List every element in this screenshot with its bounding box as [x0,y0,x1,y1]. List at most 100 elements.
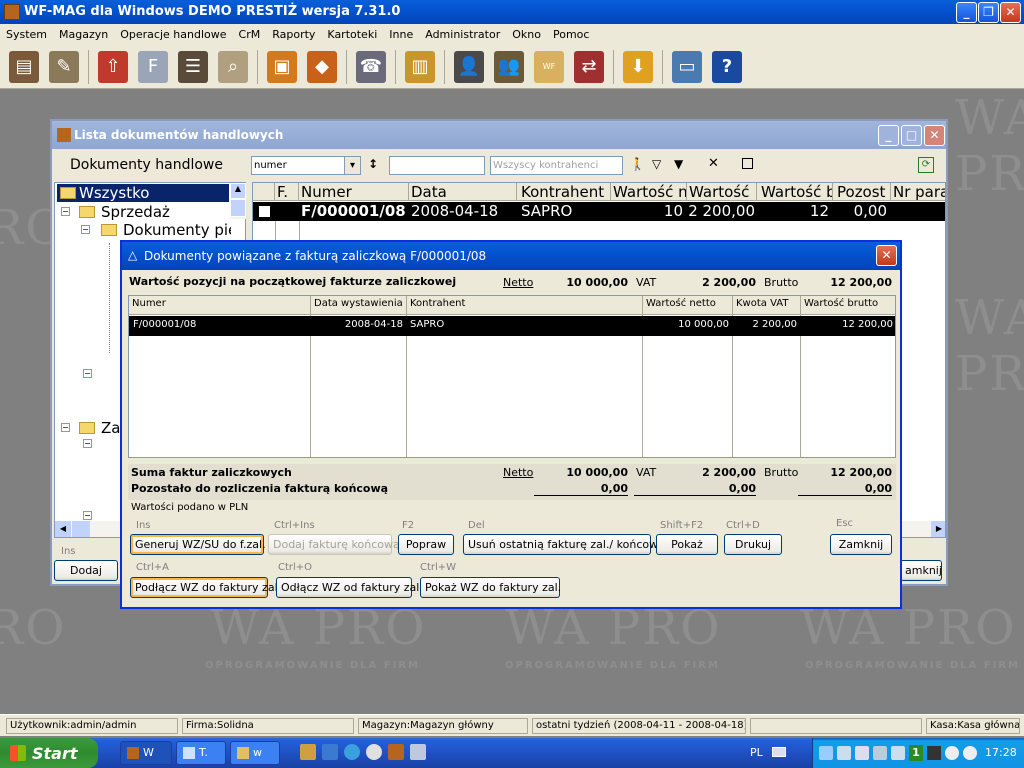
wfmag-icon[interactable]: WF [534,50,564,83]
tray-icon-3[interactable] [855,746,869,760]
detach-wz-button[interactable]: Odłącz WZ od faktury zal. [276,577,423,598]
filter-icon[interactable]: ▽ [652,157,661,171]
quicklaunch-icon-5[interactable] [388,744,404,760]
status-bar: Użytkownik:admin/admin Firma:Solidna Mag… [0,714,1024,736]
print-button[interactable]: Drukuj [724,534,782,555]
phone-icon[interactable]: ☎ [356,50,386,83]
language-indicator[interactable]: PL [750,746,763,759]
person-card-icon[interactable]: ☰ [178,50,208,83]
tree-item-dokumenty[interactable]: − Dokumenty pie [81,221,231,239]
task-wfmag[interactable]: W [120,741,172,765]
refresh-icon[interactable]: ⟳ [918,157,934,173]
tree-item-wszystko[interactable]: Wszystko [57,184,229,202]
add-final-invoice-button[interactable]: Dodaj fakturę końcową [268,534,400,555]
keyboard-icon[interactable] [772,747,786,757]
close-button[interactable]: ✕ [1000,2,1021,23]
wfmag-task-icon [127,747,139,759]
search-document-icon[interactable]: ⌕ [218,50,248,83]
restore-button[interactable]: ❐ [978,2,999,23]
attach-wz-button[interactable]: Podłącz WZ do faktury zal. [130,577,281,598]
chevron-down-icon[interactable]: ▾ [344,157,360,174]
computer-icon[interactable]: ▭ [672,50,702,83]
user-lock-icon[interactable]: 👤 [454,50,484,83]
box-icon[interactable]: ◆ [307,50,337,83]
sum-netto-label: Netto [503,466,534,479]
contractor-filter-input[interactable]: Wszyscy kontrahenci [490,156,623,175]
show-button[interactable]: Pokaż [656,534,718,555]
menu-magazyn[interactable]: Magazyn [53,28,114,41]
dialog-close-button[interactable]: ✕ [876,245,897,266]
tray-icon-1[interactable] [819,746,833,760]
edit-document-icon[interactable]: ✎ [49,50,79,83]
menu-crm[interactable]: CrM [233,28,267,41]
tray-icon-7[interactable] [927,746,941,760]
task-w[interactable]: w [230,741,280,765]
help-icon[interactable]: ? [712,50,742,83]
quicklaunch-icon-1[interactable] [300,744,316,760]
tray-icon-2[interactable] [837,746,851,760]
media-icon[interactable] [366,744,382,760]
menu-administrator[interactable]: Administrator [419,28,506,41]
ie-icon[interactable] [344,744,360,760]
initial-netto-value: 10 000,00 [566,276,628,289]
row-checkbox[interactable] [259,206,270,217]
minimize-button[interactable]: _ [956,2,977,23]
users-icon[interactable]: 👥 [494,50,524,83]
quicklaunch-icon-2[interactable] [322,744,338,760]
edit-button[interactable]: Popraw [398,534,454,555]
briefcase-icon[interactable]: ▣ [267,50,297,83]
tree-item-zal[interactable]: − Zal [61,419,125,437]
sum-brutto-label: Brutto [764,466,799,479]
warehouse-icon[interactable]: ▤ [9,50,39,83]
start-button[interactable]: Start [0,738,98,768]
menu-operacje[interactable]: Operacje handlowe [114,28,232,41]
quicklaunch-icon-6[interactable] [410,744,426,760]
initial-netto-label: Netto [503,276,534,289]
tray-icon-green-1[interactable]: 1 [909,745,923,761]
clear-filter-icon[interactable]: ✕ [708,156,719,171]
list-add-button[interactable]: Dodaj [54,560,118,581]
app-title: WF-MAG dla Windows DEMO PRESTIŻ wersja 7… [24,4,401,19]
upload-icon[interactable]: ⇧ [98,50,128,83]
tray-icon-5[interactable] [891,746,905,760]
delete-last-invoice-button[interactable]: Usuń ostatnią fakturę zal./ końcową [463,534,665,555]
list-toolbar: Dokumenty handlowe numer ▾ ↕ Wszyscy kon… [52,149,946,181]
table-row[interactable]: F/000001/08 2008-04-18 SAPRO 10 000,00 2… [253,202,945,239]
close-dialog-button[interactable]: Zamknij [830,534,892,555]
task-text[interactable]: T. [176,741,226,765]
tray-icon-9[interactable] [963,746,977,760]
app-titlebar: WF-MAG dla Windows DEMO PRESTIŻ wersja 7… [0,0,1024,24]
menu-inne[interactable]: Inne [383,28,419,41]
remain-vat-value: 0,00 [634,482,756,496]
table-row[interactable]: F/000001/08 2008-04-18 SAPRO 10 000,00 2… [129,316,895,336]
list-close-button[interactable]: ✕ [924,125,945,146]
menu-system[interactable]: System [0,28,53,41]
checkbox-icon[interactable] [742,158,753,169]
tray-icon-4[interactable] [873,746,887,760]
contractor-icon[interactable]: 🚶 [630,157,645,171]
menu-okno[interactable]: Okno [506,28,547,41]
sort-az-icon[interactable]: ↕ [368,157,378,171]
generate-wz-button[interactable]: Generuj WZ/SU do f.zal. [130,534,266,555]
chart-icon[interactable]: ▥ [405,50,435,83]
search-input[interactable] [389,156,485,175]
show-wz-button[interactable]: Pokaż WZ do faktury zal. [420,577,561,598]
invoice-icon[interactable]: F [138,50,168,83]
tray-icon-8[interactable] [945,746,959,760]
menu-pomoc[interactable]: Pomoc [547,28,595,41]
status-period: ostatni tydzień (2008-04-11 - 2008-04-18… [532,718,746,734]
list-close-button-bottom[interactable]: amknij [900,560,942,581]
list-minimize-button[interactable]: _ [878,125,899,146]
list-header-label: Dokumenty handlowe [70,157,223,173]
menu-raporty[interactable]: Raporty [266,28,321,41]
tree-scrollbar[interactable]: ▲ [230,183,246,219]
filter-options-icon[interactable]: ▼ [674,157,683,171]
grid-header: F. Numer Data Kontrahent Wartość n Warto… [253,183,945,201]
download-icon[interactable]: ⬇ [623,50,653,83]
list-maximize-button[interactable]: □ [901,125,922,146]
sort-field-select[interactable]: numer ▾ [251,156,361,175]
menu-kartoteki[interactable]: Kartoteki [321,28,383,41]
tree-item-sprzedaz[interactable]: − Sprzedaż [61,203,231,221]
transfer-icon[interactable]: ⇄ [574,50,604,83]
sum-label: Suma faktur zaliczkowych [131,466,292,479]
